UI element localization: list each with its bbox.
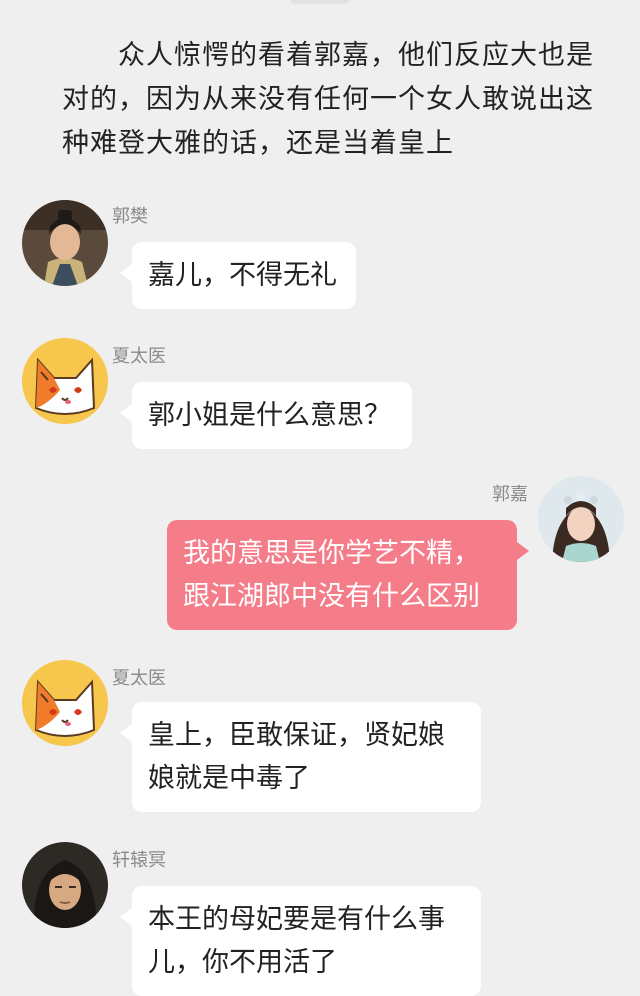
message-bubble[interactable]: 皇上，臣敢保证，贤妃娘娘就是中毒了 bbox=[120, 702, 481, 812]
woman-portrait-icon bbox=[538, 476, 624, 562]
cartoon-cat-icon bbox=[22, 660, 108, 746]
avatar-guo-jia[interactable] bbox=[538, 476, 624, 562]
sender-name: 夏太医 bbox=[112, 668, 166, 689]
sender-name: 郭嘉 bbox=[492, 484, 528, 505]
man-portrait-icon bbox=[22, 842, 108, 928]
sender-name: 夏太医 bbox=[112, 346, 166, 367]
narration-text: 众人惊愕的看着郭嘉，他们反应大也是对的，因为从来没有任何一个女人敢说出这种难登大… bbox=[62, 40, 594, 159]
avatar-guo-fan[interactable] bbox=[22, 200, 108, 286]
avatar-xia-taiyi[interactable] bbox=[22, 660, 108, 746]
man-portrait-icon bbox=[22, 200, 108, 286]
avatar-xuanyuan-ming[interactable] bbox=[22, 842, 108, 928]
message-bubble[interactable]: 我的意思是你学艺不精，跟江湖郎中没有什么区别 bbox=[167, 520, 529, 630]
sender-name: 郭樊 bbox=[112, 206, 148, 227]
sender-name: 轩辕冥 bbox=[112, 850, 166, 871]
message-bubble[interactable]: 郭小姐是什么意思？ bbox=[120, 382, 412, 449]
message-bubble[interactable]: 嘉儿，不得无礼 bbox=[120, 242, 356, 309]
message-bubble[interactable]: 本王的母妃要是有什么事儿，你不用活了 bbox=[120, 886, 481, 996]
top-edge-indicator bbox=[290, 0, 350, 4]
cartoon-cat-icon bbox=[22, 338, 108, 424]
avatar-xia-taiyi[interactable] bbox=[22, 338, 108, 424]
